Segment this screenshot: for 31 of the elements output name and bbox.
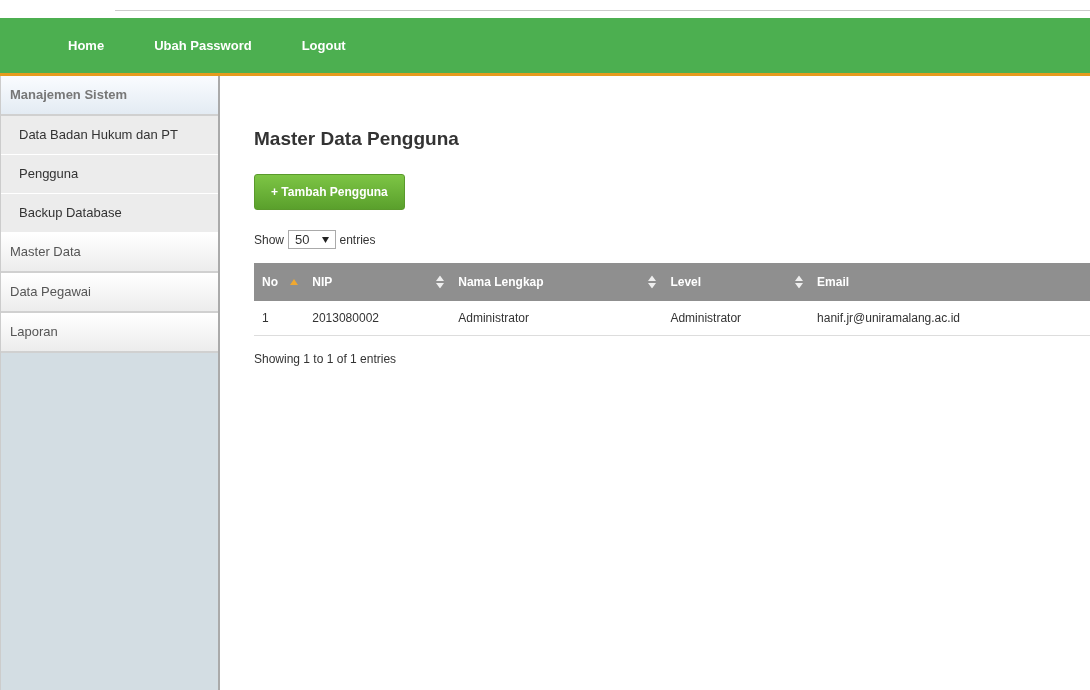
table-cell: 2013080002 — [304, 301, 451, 336]
column-header[interactable]: No — [254, 263, 305, 301]
sidebar-subitem[interactable]: Pengguna — [1, 155, 218, 194]
sidebar-item[interactable]: Data Pegawai — [1, 273, 218, 313]
column-header[interactable]: Email — [809, 263, 1090, 301]
nav-link[interactable]: Logout — [301, 38, 346, 53]
sidebar-subitem[interactable]: Data Badan Hukum dan PT — [1, 116, 218, 155]
sidebar-item[interactable]: Manajemen Sistem — [1, 76, 218, 116]
add-user-button[interactable]: + Tambah Pengguna — [254, 174, 405, 210]
sidebar-subitem[interactable]: Backup Database — [1, 194, 218, 233]
nav-link[interactable]: Ubah Password — [154, 38, 252, 53]
table-cell: Administrator — [662, 301, 810, 336]
sidebar-item[interactable]: Master Data — [1, 233, 218, 273]
table-info: Showing 1 to 1 of 1 entries — [254, 352, 398, 366]
sort-icon — [436, 275, 445, 289]
table-cell: hanif.jr@uniramalang.ac.id — [809, 301, 1090, 336]
sidebar-item[interactable]: Laporan — [1, 313, 218, 353]
column-header[interactable]: Level — [662, 263, 810, 301]
sort-ascending-icon — [290, 279, 299, 285]
show-label: Show — [254, 232, 285, 247]
column-header[interactable]: Nama Lengkap — [450, 263, 663, 301]
caret-icon — [321, 236, 329, 243]
page-title: Master Data Pengguna — [254, 128, 460, 150]
entries-label: entries — [339, 232, 376, 247]
sort-icon — [795, 275, 804, 289]
column-header[interactable]: NIP — [304, 263, 451, 301]
table-cell: Administrator — [450, 301, 663, 336]
table-cell: 1 — [254, 301, 305, 336]
sort-icon — [648, 275, 657, 289]
entries-select[interactable]: 50 — [288, 230, 336, 249]
nav-link[interactable]: Home — [68, 38, 105, 53]
